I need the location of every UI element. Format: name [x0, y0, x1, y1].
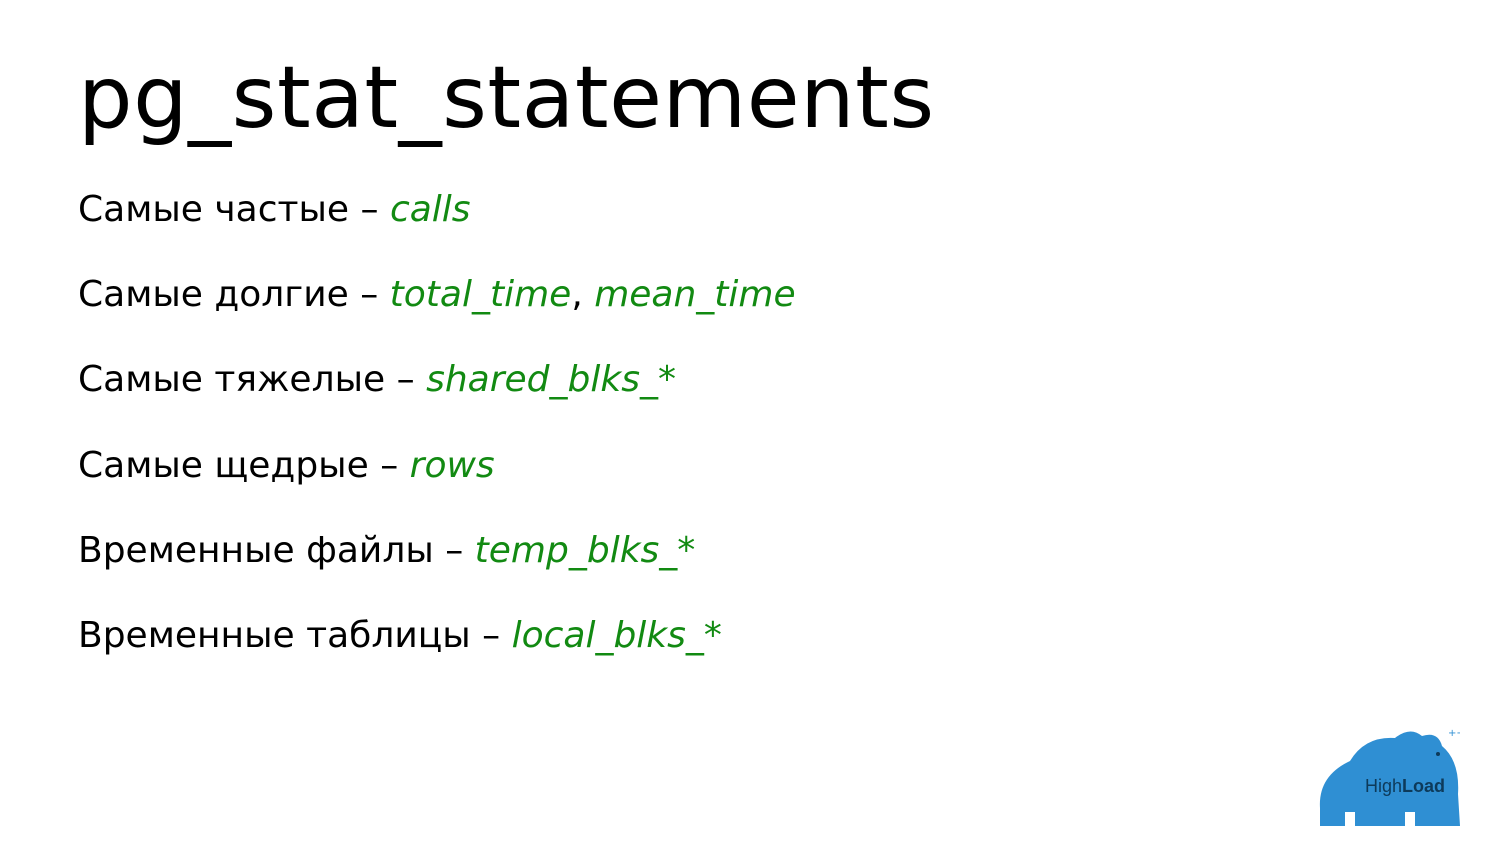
item-label: Временные файлы — [78, 530, 434, 571]
item-label: Самые тяжелые — [78, 359, 385, 400]
item-value: rows — [410, 445, 495, 486]
item-value: local_blks_* — [512, 615, 722, 656]
list-item: Самые долгие – total_time, mean_time — [78, 273, 1422, 316]
svg-text:++: ++ — [1448, 728, 1460, 739]
logo-text-bold: Load — [1402, 776, 1445, 796]
item-separator: – — [471, 615, 512, 656]
item-value: total_time — [390, 274, 572, 315]
item-separator: – — [369, 445, 410, 486]
item-value: calls — [390, 189, 471, 230]
item-separator: – — [349, 189, 390, 230]
highload-logo: ++ HighLoad — [1310, 716, 1460, 826]
item-label: Самые щедрые — [78, 445, 369, 486]
item-separator: – — [385, 359, 426, 400]
item-separator: – — [434, 530, 475, 571]
list-item: Временные файлы – temp_blks_* — [78, 529, 1422, 572]
list-item: Временные таблицы – local_blks_* — [78, 614, 1422, 657]
item-label: Самые долгие — [78, 274, 349, 315]
item-label: Самые частые — [78, 189, 349, 230]
logo-text-light: High — [1365, 776, 1402, 796]
svg-text:HighLoad: HighLoad — [1365, 776, 1445, 796]
item-separator: – — [349, 274, 390, 315]
list-item: Самые тяжелые – shared_blks_* — [78, 358, 1422, 401]
slide-title: pg_stat_statements — [78, 48, 1422, 148]
item-comma: , — [571, 274, 594, 315]
slide: pg_stat_statements Самые частые – calls … — [0, 0, 1500, 844]
item-value-2: mean_time — [594, 274, 795, 315]
list-item: Самые частые – calls — [78, 188, 1422, 231]
items-list: Самые частые – calls Самые долгие – tota… — [78, 188, 1422, 657]
item-value: temp_blks_* — [475, 530, 696, 571]
item-value: shared_blks_* — [426, 359, 676, 400]
item-label: Временные таблицы — [78, 615, 471, 656]
list-item: Самые щедрые – rows — [78, 444, 1422, 487]
